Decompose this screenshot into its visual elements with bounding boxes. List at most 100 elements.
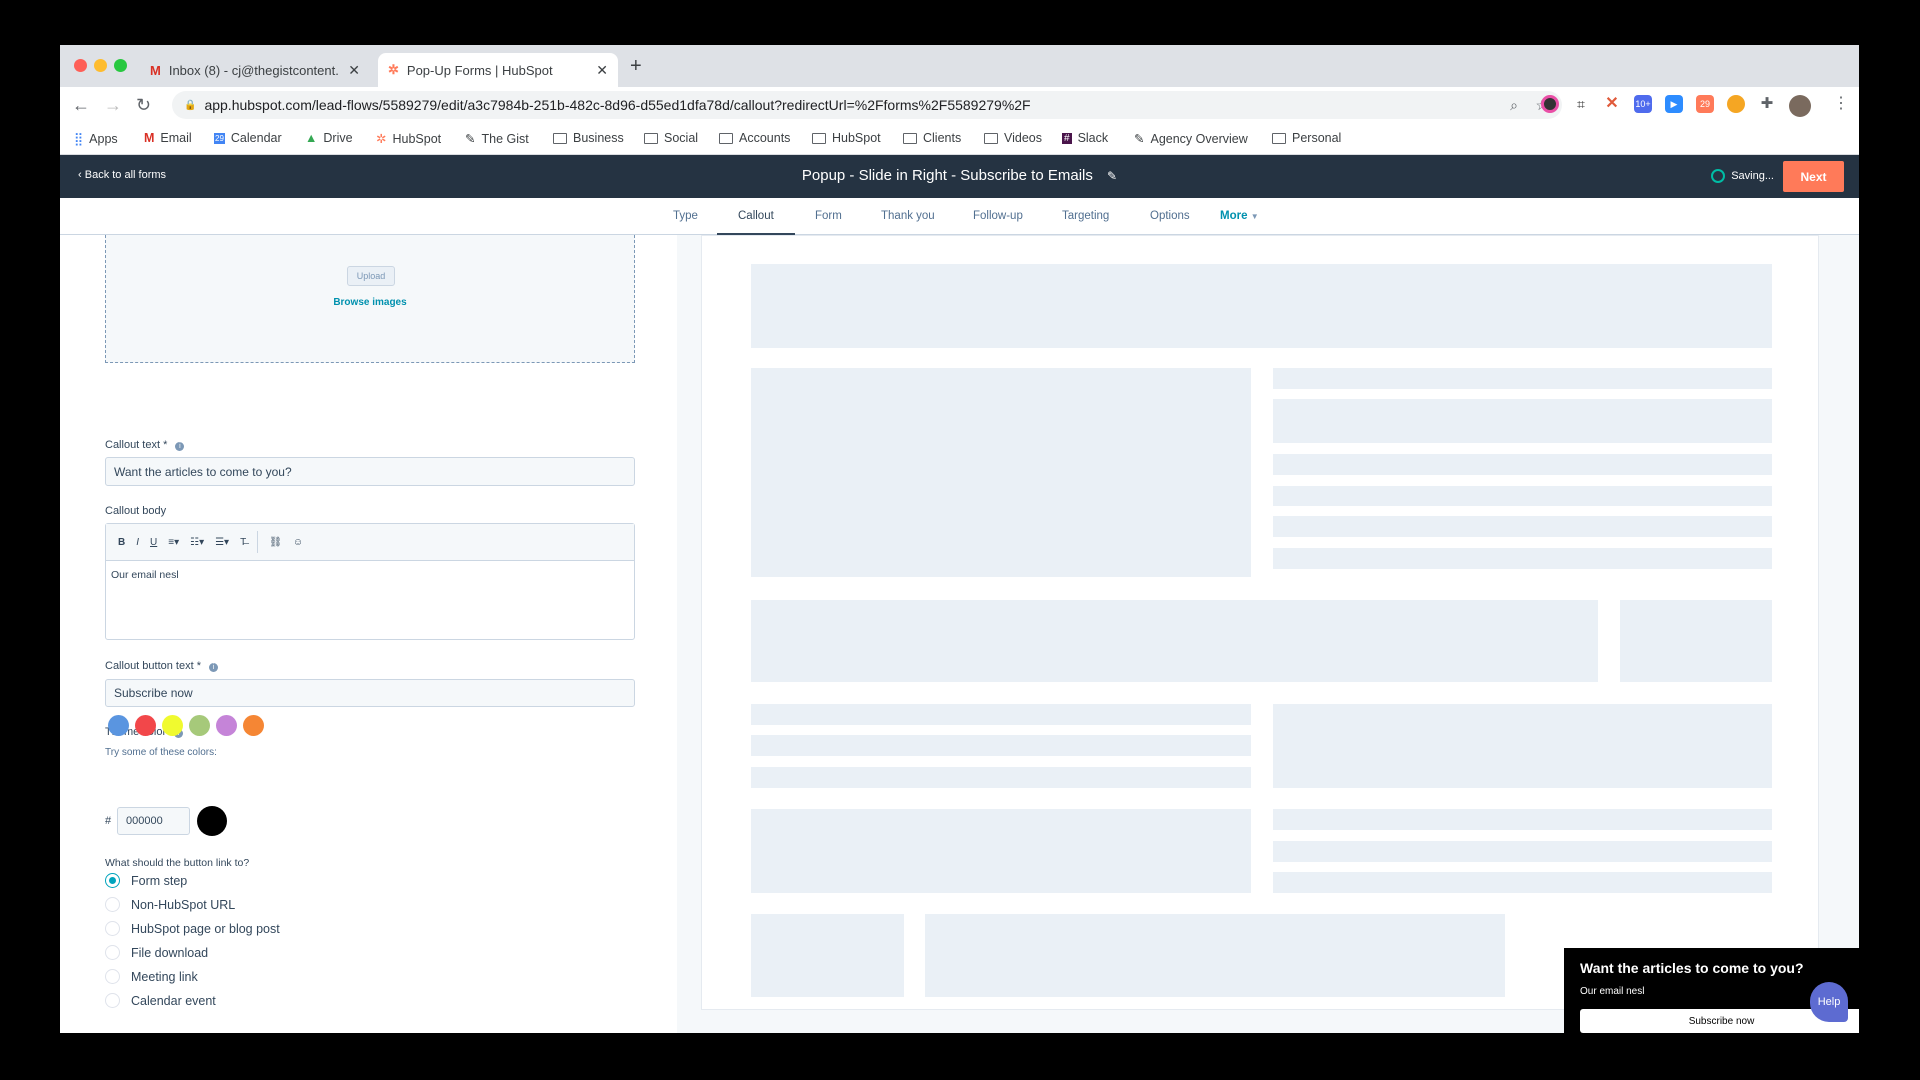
radio-circle[interactable] bbox=[105, 993, 120, 1008]
radio-circle[interactable] bbox=[105, 897, 120, 912]
bookmark-label: Social bbox=[664, 131, 699, 145]
bookmark-hubspot[interactable]: ✲ HubSpot bbox=[376, 131, 441, 147]
extensions-puzzle-icon[interactable]: ✚ bbox=[1758, 95, 1776, 113]
bookmark-email[interactable]: M Email bbox=[144, 131, 192, 145]
close-tab-icon[interactable]: ✕ bbox=[596, 62, 608, 79]
profile-avatar[interactable] bbox=[1789, 95, 1811, 117]
radio-label: File download bbox=[131, 945, 209, 960]
reload-icon[interactable]: ↻ bbox=[136, 95, 151, 116]
bookmark-label: Videos bbox=[1004, 131, 1042, 145]
bookmark-the-gist[interactable]: ✎ The Gist bbox=[465, 131, 529, 147]
bookmark-apps[interactable]: ⣿ Apps bbox=[74, 131, 118, 147]
tab-callout[interactable]: Callout bbox=[717, 210, 795, 236]
clear-format-icon[interactable]: T̶ bbox=[240, 537, 246, 548]
bookmark-hubspot-folder[interactable]: HubSpot bbox=[812, 131, 881, 145]
bookmark-videos[interactable]: Videos bbox=[984, 131, 1042, 145]
current-color-preview[interactable] bbox=[197, 806, 227, 836]
callout-body-editor[interactable]: BIU ≡▾ ☷▾ ☰▾ T̶ ⛓ ☺ Our email nesl bbox=[105, 523, 635, 640]
callout-body-content[interactable]: Our email nesl bbox=[106, 561, 634, 589]
image-upload-area[interactable]: Upload Browse images bbox=[105, 235, 635, 363]
bold-icon[interactable]: B bbox=[118, 537, 125, 548]
folder-icon bbox=[719, 132, 733, 144]
button-text-input[interactable]: Subscribe now bbox=[105, 679, 635, 707]
bookmark-business[interactable]: Business bbox=[553, 131, 624, 145]
skeleton-block bbox=[751, 914, 904, 997]
hubspot-extension-icon[interactable]: 29 bbox=[1696, 95, 1714, 113]
bookmark-personal[interactable]: Personal bbox=[1272, 131, 1341, 145]
bookmark-clients[interactable]: Clients bbox=[903, 131, 961, 145]
radio-circle[interactable] bbox=[105, 873, 120, 888]
link-option-radio[interactable]: Meeting link bbox=[105, 969, 198, 984]
pencil-edit-icon[interactable]: ✎ bbox=[1107, 169, 1117, 183]
info-icon[interactable]: i bbox=[209, 663, 219, 672]
link-option-radio[interactable]: Form step bbox=[105, 873, 187, 888]
bulleted-list-icon[interactable]: ☷▾ bbox=[190, 537, 204, 548]
color-swatch[interactable] bbox=[243, 715, 264, 736]
italic-icon[interactable]: I bbox=[136, 537, 139, 548]
orange-extension-icon[interactable] bbox=[1727, 95, 1745, 113]
tab-type[interactable]: Type bbox=[673, 210, 698, 222]
close-window-button[interactable] bbox=[74, 59, 87, 72]
tab-thank-you[interactable]: Thank you bbox=[881, 210, 935, 222]
radio-circle[interactable] bbox=[105, 969, 120, 984]
callout-text-input[interactable]: Want the articles to come to you? bbox=[105, 457, 635, 486]
quill-icon: ✎ bbox=[465, 132, 476, 146]
next-button[interactable]: Next bbox=[1783, 161, 1844, 192]
browser-tab-hubspot[interactable]: ✲ Pop-Up Forms | HubSpot ✕ bbox=[378, 53, 618, 87]
bookmark-social[interactable]: Social bbox=[644, 131, 698, 145]
tab-options[interactable]: Options bbox=[1150, 210, 1190, 222]
bookmark-accounts[interactable]: Accounts bbox=[719, 131, 790, 145]
screenshot-extension-icon[interactable]: ⌗ bbox=[1572, 95, 1590, 113]
link-option-radio[interactable]: File download bbox=[105, 945, 208, 960]
bookmark-calendar[interactable]: 29 Calendar bbox=[214, 131, 282, 145]
browse-images-link[interactable]: Browse images bbox=[106, 297, 634, 308]
slack-icon: # bbox=[1062, 132, 1072, 144]
close-tab-icon[interactable]: ✕ bbox=[348, 62, 360, 79]
color-swatch[interactable] bbox=[162, 715, 183, 736]
tab-follow-up[interactable]: Follow-up bbox=[973, 210, 1023, 222]
radio-circle[interactable] bbox=[105, 945, 120, 960]
link-option-radio[interactable]: Non-HubSpot URL bbox=[105, 897, 235, 912]
callout-body-label: Callout body bbox=[105, 505, 167, 517]
color-extension-icon[interactable] bbox=[1541, 95, 1559, 113]
tab-more[interactable]: More ▼ bbox=[1220, 210, 1259, 222]
tab-form[interactable]: Form bbox=[815, 210, 842, 222]
color-swatch[interactable] bbox=[189, 715, 210, 736]
forward-icon[interactable]: → bbox=[104, 95, 122, 116]
info-icon[interactable]: i bbox=[175, 442, 185, 451]
bookmark-slack[interactable]: # Slack bbox=[1062, 131, 1108, 145]
upload-button[interactable]: Upload bbox=[347, 266, 395, 286]
address-bar[interactable]: 🔒 app.hubspot.com/lead-flows/5589279/edi… bbox=[172, 91, 1562, 119]
help-button[interactable]: Help bbox=[1810, 982, 1848, 1022]
link-option-radio[interactable]: Calendar event bbox=[105, 993, 216, 1008]
link-icon[interactable]: ⛓ bbox=[269, 537, 282, 548]
minimize-window-button[interactable] bbox=[94, 59, 107, 72]
skeleton-block bbox=[751, 600, 1598, 682]
emoji-icon[interactable]: ☺ bbox=[293, 537, 303, 548]
x-extension-icon[interactable]: ✕ bbox=[1603, 95, 1621, 113]
more-label: More bbox=[1220, 210, 1248, 222]
browser-window: M Inbox (8) - cj@thegistcontent.c ✕ ✲ Po… bbox=[60, 45, 1859, 1033]
link-option-radio[interactable]: HubSpot page or blog post bbox=[105, 921, 280, 936]
zoom-extension-icon[interactable]: ▶ bbox=[1665, 95, 1683, 113]
skeleton-line bbox=[1273, 872, 1772, 893]
underline-icon[interactable]: U bbox=[150, 537, 157, 548]
new-tab-button[interactable]: + bbox=[630, 55, 642, 78]
color-swatch[interactable] bbox=[216, 715, 237, 736]
tab-targeting[interactable]: Targeting bbox=[1062, 210, 1109, 222]
bookmark-drive[interactable]: ▲ Drive bbox=[305, 131, 353, 145]
back-icon[interactable]: ← bbox=[72, 95, 90, 116]
hex-color-input[interactable]: 000000 bbox=[117, 807, 190, 835]
color-swatch[interactable] bbox=[108, 715, 129, 736]
radio-circle[interactable] bbox=[105, 921, 120, 936]
bookmark-agency-overview[interactable]: ✎ Agency Overview bbox=[1134, 131, 1248, 147]
browser-tab-inbox[interactable]: M Inbox (8) - cj@thegistcontent.c ✕ bbox=[140, 53, 370, 87]
align-icon[interactable]: ≡▾ bbox=[168, 537, 179, 548]
bookmark-label: Slack bbox=[1077, 131, 1109, 145]
numbered-list-icon[interactable]: ☰▾ bbox=[215, 537, 229, 548]
zoom-icon[interactable]: ⌕ bbox=[1510, 97, 1518, 114]
maximize-window-button[interactable] bbox=[114, 59, 127, 72]
android-extension-icon[interactable]: 10+ bbox=[1634, 95, 1652, 113]
menu-kebab-icon[interactable]: ⋮ bbox=[1832, 95, 1850, 113]
color-swatch[interactable] bbox=[135, 715, 156, 736]
